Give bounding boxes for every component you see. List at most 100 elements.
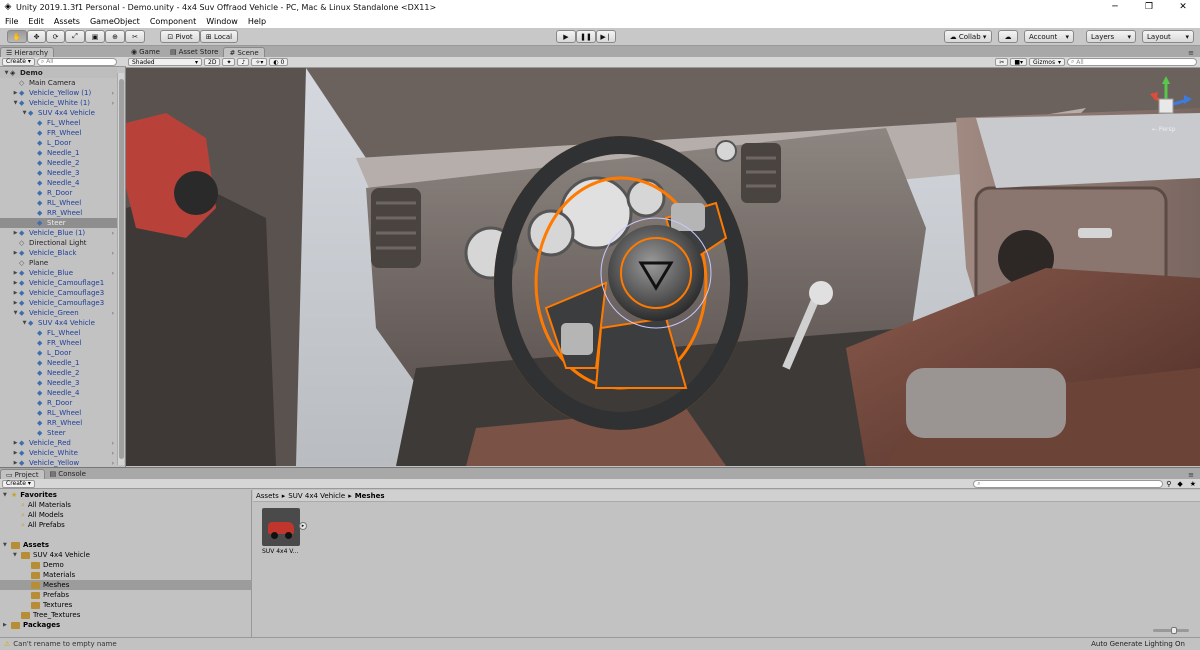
hierarchy-row[interactable]: ◆ Needle_4 [0,388,117,398]
hierarchy-row[interactable]: ◇ Directional Light [0,238,117,248]
step-button[interactable]: ▶❘ [596,30,616,43]
expand-arrow-icon[interactable]: ▶ [12,230,19,236]
hierarchy-row[interactable]: ▶ ◆ Vehicle_Black › [0,248,117,258]
tab-hierarchy[interactable]: ☰ Hierarchy [0,47,55,57]
hierarchy-row[interactable]: ◆ L_Door [0,138,117,148]
project-tree-item[interactable]: Demo [0,560,251,570]
rect-tool-button[interactable]: ▣ [85,30,105,43]
hierarchy-row[interactable]: ◆ Needle_2 [0,158,117,168]
tab-asset-store[interactable]: ▤ Asset Store [165,47,224,57]
cloud-button[interactable]: ☁ [998,30,1018,43]
hierarchy-row[interactable]: ◇ Plane [0,258,117,268]
expand-asset-icon[interactable]: ▸ [299,522,307,530]
account-dropdown[interactable]: Account ▾ [1024,30,1074,43]
scrollbar-thumb[interactable] [119,79,124,459]
hierarchy-row[interactable]: ▼ ◆ SUV 4x4 Vehicle [0,318,117,328]
hierarchy-row[interactable]: ◆ Needle_2 [0,368,117,378]
hierarchy-row[interactable]: ◆ FL_Wheel [0,118,117,128]
rotate-tool-button[interactable]: ⟳ [46,30,65,43]
tab-menu-icon[interactable]: ≡ [1188,471,1194,479]
collab-button[interactable]: ☁ Collab ▾ [944,30,992,43]
hand-tool-button[interactable]: ✋ [7,30,27,43]
hierarchy-row[interactable]: ◆ RR_Wheel [0,208,117,218]
expand-arrow-icon[interactable]: ▼ [13,552,21,558]
prefab-open-chevron-icon[interactable]: › [112,460,114,467]
play-button[interactable]: ▶ [556,30,576,43]
hierarchy-row[interactable]: ◆ RL_Wheel [0,198,117,208]
breadcrumb-current[interactable]: Meshes [355,492,385,500]
expand-arrow-icon[interactable]: ▼ [21,320,28,326]
menu-gameobject[interactable]: GameObject [85,17,145,26]
hierarchy-row[interactable]: ▼ ◆ Vehicle_Green › [0,308,117,318]
hierarchy-row[interactable]: ◆ Needle_1 [0,148,117,158]
breadcrumb-suv[interactable]: SUV 4x4 Vehicle [288,492,345,500]
breadcrumb-assets[interactable]: Assets [256,492,279,500]
prefab-open-chevron-icon[interactable]: › [112,440,114,447]
expand-arrow-icon[interactable]: ▶ [12,280,19,286]
hierarchy-create-button[interactable]: Create ▾ [2,57,35,66]
prefab-open-chevron-icon[interactable]: › [112,90,114,97]
prefab-open-chevron-icon[interactable]: › [112,230,114,237]
pause-button[interactable]: ❚❚ [576,30,596,43]
transform-tool-button[interactable]: ⊕ [105,30,125,43]
expand-arrow-icon[interactable]: ▶ [12,290,19,296]
hierarchy-row[interactable]: ▼ ◆ SUV 4x4 Vehicle [0,108,117,118]
asset-item-suv-mesh[interactable]: ▸ SUV 4x4 V... [262,508,308,558]
project-tree-item[interactable]: ⌕ All Models [0,510,251,520]
hierarchy-row[interactable]: ▼ ◆ Vehicle_White (1) › [0,98,117,108]
status-message[interactable]: Can't rename to empty name [13,640,116,648]
expand-arrow-icon[interactable]: ▼ [3,492,11,498]
icon-size-slider[interactable] [1153,627,1189,634]
gizmos-dropdown[interactable]: Gizmos ▾ [1029,58,1065,66]
move-tool-button[interactable]: ✥ [27,30,46,43]
prefab-open-chevron-icon[interactable]: › [112,310,114,317]
scene-viewport[interactable]: ← Persp [126,68,1200,466]
project-tree-item[interactable]: ▼ Assets [0,540,251,550]
project-tree-item[interactable]: Materials [0,570,251,580]
hierarchy-row[interactable]: ◆ FL_Wheel [0,328,117,338]
project-tree-item[interactable]: Textures [0,600,251,610]
2d-toggle[interactable]: 2D [204,58,221,66]
expand-arrow-icon[interactable]: ▶ [12,460,19,466]
project-tree-item[interactable]: Tree_Textures [0,610,251,620]
hierarchy-row[interactable]: ◆ Steer [0,428,117,438]
expand-arrow-icon[interactable]: ▼ [3,70,10,76]
expand-arrow-icon[interactable]: ▶ [12,440,19,446]
menu-file[interactable]: File [0,17,23,26]
hierarchy-row[interactable]: ◆ FR_Wheel [0,338,117,348]
pivot-toggle[interactable]: ⊡ Pivot [160,30,200,43]
hierarchy-row[interactable]: ▶ ◆ Vehicle_Blue › [0,268,117,278]
expand-arrow-icon[interactable]: ▶ [12,300,19,306]
layers-dropdown[interactable]: Layers ▾ [1086,30,1136,43]
lighting-toggle[interactable]: ✦ [222,58,236,66]
effects-dropdown[interactable]: ✧▾ [251,58,268,66]
expand-arrow-icon[interactable]: ▶ [12,450,19,456]
hierarchy-row[interactable]: ◆ RR_Wheel [0,418,117,428]
hierarchy-row[interactable]: ▶ ◆ Vehicle_Red › [0,438,117,448]
filter-type-icon[interactable]: ⚲ [1166,480,1171,488]
scene-tools-toggle[interactable]: ✂ [995,58,1009,66]
hierarchy-search-input[interactable]: ⌕ All [36,57,117,66]
tab-project[interactable]: ▭ Project [0,469,45,479]
scene-root[interactable]: ▼ ◈ Demo [0,68,117,78]
project-tree-item[interactable]: ⌕ All Materials [0,500,251,510]
audio-toggle[interactable]: ♪ [237,58,250,66]
menu-assets[interactable]: Assets [49,17,85,26]
filter-label-icon[interactable]: ◆ [1177,480,1182,488]
hierarchy-row[interactable]: ◆ RL_Wheel [0,408,117,418]
prefab-open-chevron-icon[interactable]: › [112,250,114,257]
scene-search-input[interactable]: ⌕ All [1067,58,1197,66]
menu-help[interactable]: Help [243,17,271,26]
camera-dropdown[interactable]: ■▾ [1010,58,1027,66]
expand-arrow-icon[interactable]: ▶ [12,90,19,96]
hierarchy-row[interactable]: ▶ ◆ Vehicle_Camouflage3 [0,298,117,308]
project-tree-item[interactable]: ▶ Packages [0,620,251,630]
project-search-input[interactable]: ⌕ [973,479,1164,488]
prefab-open-chevron-icon[interactable]: › [112,100,114,107]
tab-game[interactable]: ◉ Game [126,47,165,57]
expand-arrow-icon[interactable]: ▼ [21,110,28,116]
minimize-icon[interactable]: ─ [1098,0,1132,14]
maximize-icon[interactable]: ❐ [1132,0,1166,14]
expand-arrow-icon[interactable]: ▼ [12,310,19,316]
hierarchy-row[interactable]: ◆ Needle_3 [0,168,117,178]
